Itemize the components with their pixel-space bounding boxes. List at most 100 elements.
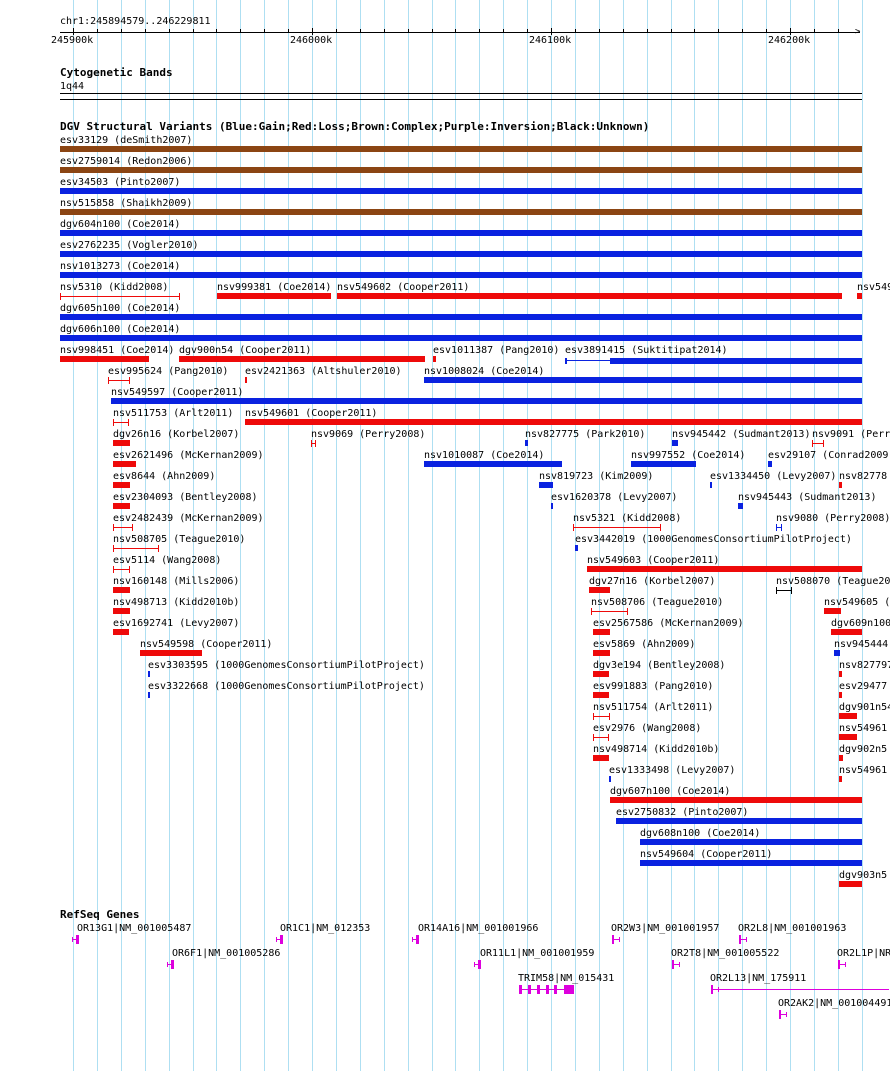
- ruler-minor-tick: [455, 29, 456, 32]
- dgv-feature-bar: [565, 358, 567, 364]
- dgv-feature-label: nsv549604 (Cooper2011): [640, 849, 773, 860]
- dgv-feature-bar: [593, 650, 610, 656]
- gene-exon: [519, 985, 522, 994]
- dgv-feature-bar: [593, 692, 609, 698]
- dgv-feature-label: esv1333498 (Levy2007): [609, 765, 736, 776]
- dgv-feature-label: dgv607n100 (Coe2014): [610, 786, 731, 797]
- dgv-feature-bar: [113, 587, 130, 593]
- dgv-feature-bar: [589, 587, 610, 593]
- ruler-minor-tick: [742, 29, 743, 32]
- dgv-feature-label: dgv609n100: [831, 618, 890, 629]
- gene-exon: [528, 985, 531, 994]
- dgv-feature-bar: [839, 755, 843, 761]
- gene-exon: [554, 985, 557, 994]
- cytoband-track-title: Cytogenetic Bands: [60, 66, 173, 79]
- ruler-minor-tick: [814, 29, 815, 32]
- ruler-minor-tick: [503, 29, 504, 32]
- gene-strand-icon: [474, 962, 475, 967]
- ruler-minor-tick: [527, 29, 528, 32]
- ruler-minor-tick: [408, 29, 409, 32]
- dgv-feature-label: dgv26n16 (Korbel2007): [113, 429, 240, 440]
- dgv-feature-bar: [217, 293, 331, 299]
- gene-label: OR2W3|NM_001001957: [611, 923, 720, 934]
- dgv-feature-label: nsv498713 (Kidd2010b): [113, 597, 240, 608]
- dgv-feature-label: nsv508070 (Teague20: [776, 576, 890, 587]
- dgv-feature-label: nsv999381 (Coe2014): [217, 282, 332, 293]
- ruler-tick-label: 246200k: [768, 35, 811, 46]
- dgv-feature-bar: [593, 734, 609, 741]
- ruler-tick-label: 246100k: [529, 35, 572, 46]
- dgv-feature-label: nsv5321 (Kidd2008): [573, 513, 682, 524]
- dgv-feature-label: esv2762235 (Vogler2010): [60, 240, 199, 251]
- dgv-feature-bar: [593, 671, 609, 677]
- dgv-feature-label: nsv160148 (Mills2006): [113, 576, 240, 587]
- gene-strand-icon: [276, 937, 277, 942]
- gene-label: OR1C1|NM_012353: [280, 923, 371, 934]
- dgv-feature-label: dgv608n100 (Coe2014): [640, 828, 761, 839]
- dgv-feature-bar: [148, 671, 150, 677]
- dgv-feature-bar: [593, 755, 609, 761]
- ruler-minor-tick: [479, 29, 480, 32]
- dgv-feature-bar: [60, 314, 862, 320]
- dgv-feature-bar: [60, 272, 862, 278]
- dgv-feature-bar: [113, 419, 129, 426]
- genome-browser: chr1:245894579..246229811 > 245900k 2460…: [0, 0, 890, 1071]
- dgv-feature-bar: [738, 503, 743, 509]
- dgv-feature-bar: [113, 461, 136, 467]
- dgv-feature-bar: [640, 839, 862, 845]
- ruler-tick-label: 245900k: [51, 35, 94, 46]
- ruler-minor-tick: [623, 29, 624, 32]
- gene-strand-icon: [786, 1012, 787, 1017]
- grid-line: [455, 0, 456, 1071]
- grid-line: [336, 0, 337, 1071]
- dgv-feature-label: nsv945443 (Sudmant2013): [738, 492, 877, 503]
- dgv-feature-bar: [593, 629, 610, 635]
- dgv-feature-bar: [610, 358, 862, 364]
- gene-exon: [564, 985, 574, 994]
- grid-line: [551, 0, 552, 1071]
- gene-strand-icon: [412, 937, 413, 942]
- dgv-feature-label: esv3322668 (1000GenomesConsortiumPilotPr…: [148, 681, 425, 692]
- dgv-feature-bar: [839, 692, 842, 698]
- dgv-feature-label: nsv9080 (Perry2008): [776, 513, 890, 524]
- dgv-feature-label: esv2750832 (Pinto2007): [616, 807, 749, 818]
- dgv-feature-bar: [60, 293, 180, 300]
- dgv-track-title: DGV Structural Variants (Blue:Gain;Red:L…: [60, 120, 650, 133]
- ruler-minor-tick: [432, 29, 433, 32]
- refseq-track-title: RefSeq Genes: [60, 908, 140, 921]
- grid-line: [288, 0, 289, 1071]
- dgv-feature-bar: [776, 524, 782, 531]
- dgv-feature-label: dgv903n5: [839, 870, 888, 881]
- dgv-feature-label: nsv549597 (Cooper2011): [111, 387, 244, 398]
- gene-label: OR2AK2|NM_001004491: [778, 998, 890, 1009]
- dgv-feature-label: esv1692741 (Levy2007): [113, 618, 240, 629]
- dgv-feature-bar: [60, 167, 862, 173]
- dgv-feature-bar: [140, 650, 202, 656]
- dgv-feature-label: nsv945442 (Sudmant2013): [672, 429, 811, 440]
- dgv-feature-bar: [433, 356, 436, 362]
- ruler-minor-tick: [121, 29, 122, 32]
- dgv-feature-label: esv33129 (deSmith2007): [60, 135, 193, 146]
- dgv-feature-label: esv1011387 (Pang2010): [433, 345, 560, 356]
- dgv-feature-label: nsv508705 (Teague2010): [113, 534, 246, 545]
- dgv-feature-label: nsv1010087 (Coe2014): [424, 450, 545, 461]
- dgv-feature-bar: [539, 482, 553, 488]
- dgv-feature-label: nsv9091 (Perr: [812, 429, 890, 440]
- grid-line: [479, 0, 480, 1071]
- dgv-feature-label: esv2567586 (McKernan2009): [593, 618, 744, 629]
- dgv-feature-label: dgv606n100 (Coe2014): [60, 324, 181, 335]
- dgv-feature-bar: [113, 482, 130, 488]
- dgv-feature-label: dgv604n100 (Coe2014): [60, 219, 181, 230]
- grid-line: [527, 0, 528, 1071]
- dgv-feature-bar: [60, 188, 862, 194]
- dgv-feature-bar: [587, 566, 862, 572]
- dgv-feature-label: esv2621496 (McKernan2009): [113, 450, 264, 461]
- dgv-feature-bar: [839, 881, 862, 887]
- dgv-feature-label: esv2421363 (Altshuler2010): [245, 366, 402, 377]
- ruler-minor-tick: [264, 29, 265, 32]
- ruler-major-tick: [790, 28, 791, 35]
- ruler-tick-label: 246000k: [290, 35, 333, 46]
- gene-label: OR2L13|NM_175911: [710, 973, 807, 984]
- dgv-feature-label: nsv549598 (Cooper2011): [140, 639, 273, 650]
- grid-line: [408, 0, 409, 1071]
